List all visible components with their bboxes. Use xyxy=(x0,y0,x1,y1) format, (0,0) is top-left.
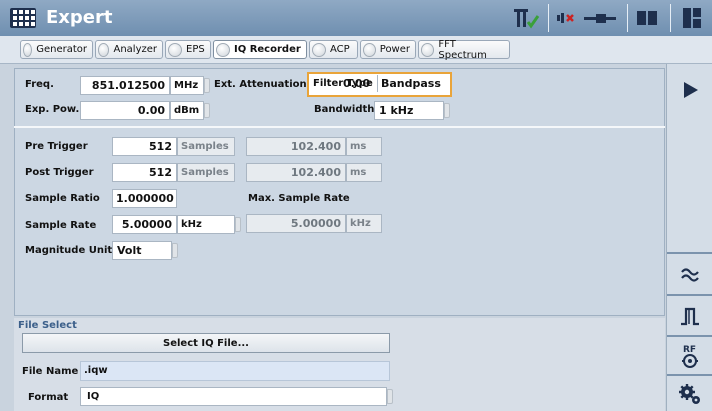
pre-trigger-label: Pre Trigger xyxy=(25,141,88,152)
exp-pow-label: Exp. Pow. xyxy=(25,104,80,115)
pulse-icon xyxy=(681,307,699,326)
magnitude-unit-select[interactable]: Volt xyxy=(112,241,172,260)
format-label: Format xyxy=(28,392,69,403)
sample-ratio-label: Sample Ratio xyxy=(25,193,100,204)
max-sample-rate-label: Max. Sample Rate xyxy=(248,193,350,204)
section-divider xyxy=(14,126,665,128)
freq-unit-select[interactable]: MHz xyxy=(170,76,204,95)
sample-rate-input[interactable]: 5.00000 xyxy=(112,215,177,234)
run-button[interactable] xyxy=(667,70,712,110)
filter-button[interactable] xyxy=(667,256,712,292)
gears-icon xyxy=(679,384,700,404)
sample-rate-label: Sample Rate xyxy=(25,220,97,231)
file-select-title: File Select xyxy=(18,320,77,331)
freq-label: Freq. xyxy=(25,79,54,90)
tab-indicator-icon xyxy=(23,42,33,57)
bandwidth-select[interactable]: 1 kHz xyxy=(374,101,444,120)
play-icon xyxy=(684,82,698,98)
window-title: Expert xyxy=(46,7,113,28)
rf-connector-icon: RF xyxy=(682,345,698,368)
sample-ratio-input[interactable]: 1.000000 xyxy=(112,189,177,208)
mode-tab-strip: Generator Analyzer EPS IQ Recorder ACP P… xyxy=(0,36,712,64)
tab-power[interactable]: Power xyxy=(360,40,416,59)
bandwidth-label: Bandwidth xyxy=(314,104,375,115)
tab-generator[interactable]: Generator xyxy=(20,40,93,59)
post-trigger-time: 102.400 xyxy=(246,163,346,182)
right-sidebar: RF xyxy=(666,64,712,411)
title-bar: Expert xyxy=(0,0,712,37)
tab-indicator-icon xyxy=(312,42,326,57)
book-button[interactable] xyxy=(630,4,664,32)
pre-trigger-input[interactable]: 512 xyxy=(112,137,177,156)
rf-button[interactable]: RF xyxy=(667,339,712,373)
format-select[interactable]: IQ xyxy=(80,387,387,406)
volume-control[interactable] xyxy=(553,4,623,32)
speaker-mute-icon xyxy=(557,13,616,23)
tab-eps[interactable]: EPS xyxy=(165,40,211,59)
tab-indicator-icon xyxy=(98,42,110,57)
tab-indicator-icon xyxy=(421,42,435,57)
post-trigger-input[interactable]: 512 xyxy=(112,163,177,182)
exp-pow-unit-select[interactable]: dBm xyxy=(170,101,204,120)
exp-pow-input[interactable]: 0.00 xyxy=(80,101,170,120)
tab-acp[interactable]: ACP xyxy=(309,40,358,59)
max-sample-rate-value: 5.00000 xyxy=(246,214,346,233)
pre-trigger-time-unit: ms xyxy=(346,137,382,156)
magnitude-unit-label: Magnitude Unit xyxy=(25,245,113,256)
tilde-filter-icon xyxy=(681,268,699,282)
pre-trigger-samples-unit: Samples xyxy=(177,137,235,156)
max-sample-rate-unit: kHz xyxy=(346,214,382,233)
tab-indicator-icon xyxy=(168,42,182,57)
layout-button[interactable] xyxy=(676,4,708,32)
pre-trigger-time: 102.400 xyxy=(246,137,346,156)
filter-type-select[interactable]: Bandpass xyxy=(377,75,451,92)
settings-button[interactable] xyxy=(667,377,712,411)
grid-menu-icon[interactable] xyxy=(10,8,36,28)
tab-indicator-icon xyxy=(216,42,230,57)
filter-type-label: Filter Type xyxy=(313,78,373,89)
tab-analyzer[interactable]: Analyzer xyxy=(95,40,163,59)
post-trigger-samples-unit: Samples xyxy=(177,163,235,182)
svg-text:RF: RF xyxy=(683,345,696,355)
post-trigger-label: Post Trigger xyxy=(25,167,94,178)
file-name-label: File Name xyxy=(22,366,79,377)
pulse-button[interactable] xyxy=(667,298,712,334)
tab-fft-spectrum[interactable]: FFT Spectrum xyxy=(418,39,510,61)
sample-rate-unit-select[interactable]: kHz xyxy=(177,215,235,234)
select-iq-file-button[interactable]: Select IQ File... xyxy=(22,333,390,353)
book-icon xyxy=(637,11,657,25)
trigger-check-icon xyxy=(514,9,540,29)
layout-split-icon xyxy=(683,8,701,28)
ext-attenuation-label: Ext. Attenuation xyxy=(214,79,307,90)
freq-input[interactable]: 851.012500 xyxy=(80,76,170,95)
ext-attenuation-field[interactable]: 0.00 Filter Type Bandpass xyxy=(307,72,452,97)
trigger-status-button[interactable] xyxy=(510,4,544,32)
tab-indicator-icon xyxy=(363,42,376,57)
tab-iq-recorder[interactable]: IQ Recorder xyxy=(213,40,307,59)
post-trigger-time-unit: ms xyxy=(346,163,382,182)
file-name-field[interactable]: .iqw xyxy=(80,361,390,381)
